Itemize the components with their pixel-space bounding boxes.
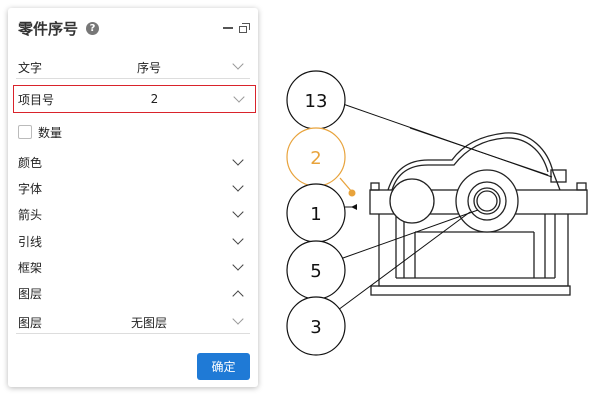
balloon-5-label: 5 (310, 261, 321, 282)
balloon-1-label: 1 (310, 204, 321, 225)
balloon-2[interactable]: 2 (286, 127, 346, 187)
gearbox-drawing (369, 127, 588, 296)
arrowhead (351, 204, 357, 210)
balloon-13-label: 13 (305, 91, 328, 112)
leader-dot-selected (348, 189, 356, 197)
balloon-2-label: 2 (310, 148, 321, 169)
balloon-13[interactable]: 13 (286, 70, 346, 130)
balloon-3-label: 3 (310, 317, 321, 338)
drawing-canvas: 13 2 1 5 3 (286, 70, 588, 356)
balloon-1[interactable]: 1 (286, 183, 346, 243)
balloon-5[interactable]: 5 (286, 240, 346, 300)
balloon-3[interactable]: 3 (286, 296, 346, 356)
leader-line-2 (339, 177, 353, 193)
